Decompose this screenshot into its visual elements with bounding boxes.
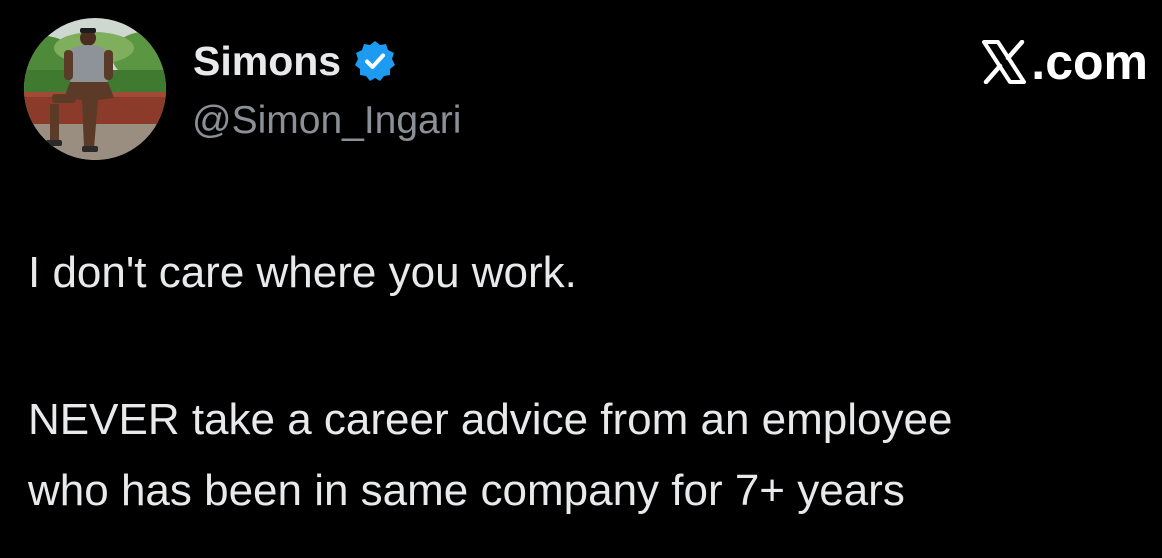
verified-badge-icon: [353, 39, 397, 83]
avatar-photo: [24, 18, 166, 160]
site-suffix: .com: [1031, 34, 1148, 90]
x-logo-icon: [982, 40, 1027, 84]
tweet-text-line: I don't care where you work.: [28, 248, 577, 297]
author-handle[interactable]: @Simon_Ingari: [192, 97, 461, 145]
display-name[interactable]: Simons: [193, 36, 341, 86]
avatar[interactable]: [24, 18, 166, 160]
tweet-text-line: NEVER take a career advice from an emplo…: [28, 395, 953, 444]
author-name-row: Simons: [193, 36, 397, 86]
tweet-text-line: who has been in same company for 7+ year…: [28, 466, 905, 515]
tweet-card: Simons @Simon_Ingari .com I don't care w…: [0, 0, 1162, 558]
site-mark: .com: [981, 36, 1148, 88]
